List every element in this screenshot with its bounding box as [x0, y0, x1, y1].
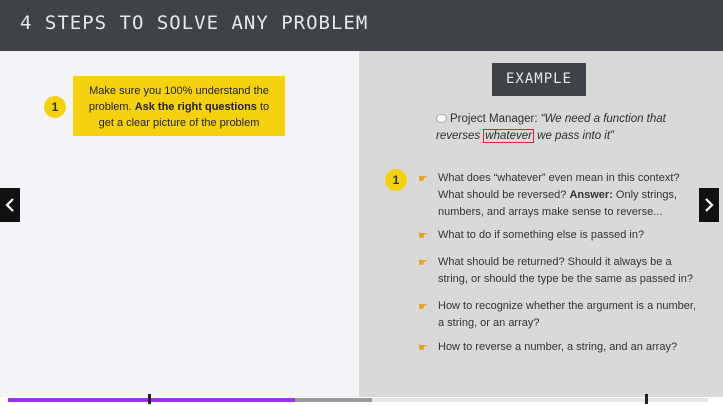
chevron-right-icon [705, 198, 714, 213]
quote-highlight: whatever [483, 129, 534, 143]
slide-header: 4 STEPS TO SOLVE ANY PROBLEM [0, 0, 723, 51]
quote-speaker: Project Manager: [450, 113, 538, 125]
speech-bubble-icon [436, 114, 447, 123]
list-number-badge: 1 [385, 169, 407, 191]
pointing-hand-icon: ☛ [418, 173, 428, 185]
question-text: What should be returned? Should it alway… [438, 256, 693, 285]
slide-title: 4 STEPS TO SOLVE ANY PROBLEM [20, 12, 369, 34]
example-label: EXAMPLE [492, 63, 586, 96]
chapter-marker[interactable] [148, 394, 151, 404]
video-progress-bar[interactable] [8, 394, 708, 404]
pointing-hand-icon: ☛ [418, 230, 428, 242]
pointing-hand-icon: ☛ [418, 342, 428, 354]
next-slide-button[interactable] [699, 188, 719, 222]
pointing-hand-icon: ☛ [418, 257, 428, 269]
previous-slide-button[interactable] [0, 188, 20, 222]
step-description-box: Make sure you 100% understand the proble… [73, 76, 285, 136]
chevron-left-icon [5, 198, 14, 213]
pointing-hand-icon: ☛ [418, 301, 428, 313]
question-text: How to recognize whether the argument is… [438, 300, 697, 329]
step-number-badge: 1 [44, 96, 66, 118]
question-bold: Answer: [569, 189, 613, 201]
example-quote: Project Manager: “We need a function tha… [436, 111, 676, 145]
question-text: How to reverse a number, a string, and a… [438, 341, 678, 353]
slide-viewer: 4 STEPS TO SOLVE ANY PROBLEM 1 Make sure… [0, 0, 723, 405]
step-text-bold: Ask the right questions [134, 101, 257, 113]
progress-played [8, 398, 295, 402]
quote-text-2: we pass into it” [533, 130, 614, 142]
chapter-marker[interactable] [645, 394, 648, 404]
question-text: What to do if something else is passed i… [438, 229, 645, 241]
